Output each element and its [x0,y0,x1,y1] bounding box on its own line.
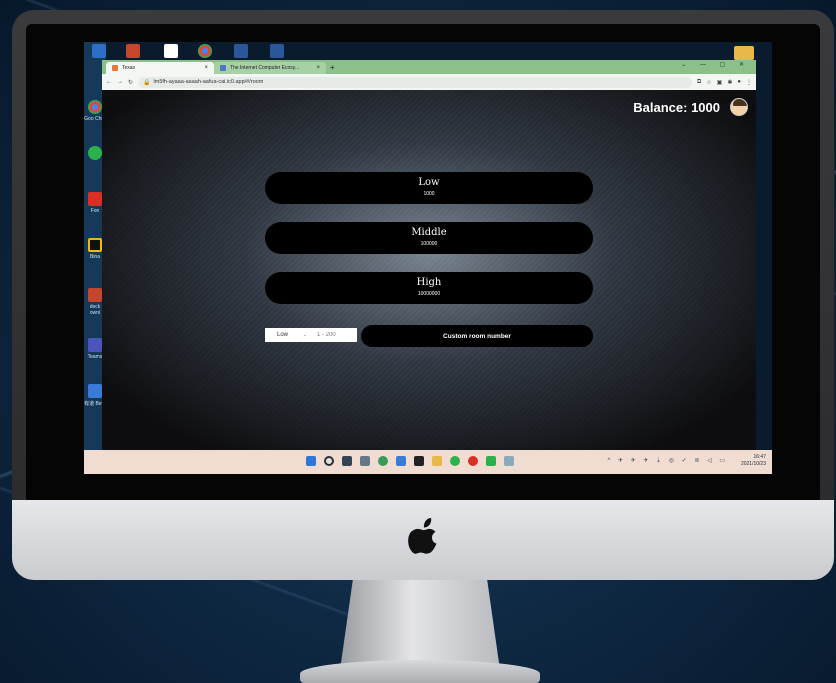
app-taskbar-icon[interactable] [504,456,514,466]
avatar[interactable] [730,98,748,116]
reload-icon[interactable]: ↻ [128,79,133,86]
puzzle-icon[interactable]: ✱ [727,79,732,86]
back-icon[interactable]: ← [106,79,112,85]
apple-logo-icon [408,518,437,554]
url-text: lm5fh-ayaaa-aaaah-aafua-cai.ic0.app/#/ro… [153,79,264,85]
word-desktop-icon[interactable] [234,44,248,58]
document-desktop-icon[interactable] [164,44,178,58]
powerpoint-desktop-icon[interactable] [88,288,102,302]
app-taskbar-icon[interactable] [414,456,424,466]
app-taskbar-icon[interactable] [468,456,478,466]
select-value: Low [277,332,289,338]
window-controls[interactable]: ⌄ — ▢ ✕ [681,61,750,68]
tab-texas[interactable]: Texas × [106,62,214,74]
widgets-icon[interactable] [360,456,370,466]
start-icon[interactable] [306,456,316,466]
profile-icon[interactable]: ● [737,79,741,86]
room-name: High [416,277,442,288]
clock-time: 16:47 [753,454,766,460]
folder-icon[interactable] [734,46,754,60]
bookmark-star-icon[interactable]: ☆ [706,79,711,86]
search-icon[interactable] [324,456,334,466]
file-explorer-icon[interactable] [432,456,442,466]
close-icon[interactable]: × [204,65,208,71]
tab-label: Texas [122,65,136,71]
system-tray[interactable]: ^ ✈ ✈ ✈ ⇣ ◎ ✓ ≋ ◁ ▭ [607,457,728,464]
teams-desktop-icon[interactable] [88,338,102,352]
lock-icon: 🔒 [143,79,151,86]
app-taskbar-icon[interactable] [396,456,406,466]
chrome-taskbar-icon[interactable] [378,456,388,466]
new-tab-button[interactable]: + [326,62,339,74]
browser-toolbar: ⧉ ☆ ▣ ✱ ● ⋮ [697,79,752,86]
powerpoint-desktop-icon[interactable] [126,44,140,58]
task-view-icon[interactable] [342,456,352,466]
youdao-desktop-icon[interactable] [88,384,102,398]
texas-favicon-icon [112,65,118,71]
room-low-button[interactable]: Low 1000 [265,172,593,204]
room-level-select[interactable]: Low ⌄ [265,328,311,342]
binance-desktop-icon[interactable] [88,238,102,252]
font-desktop-icon[interactable] [88,192,102,206]
room-middle-button[interactable]: Middle 100000 [265,222,593,254]
word-desktop-icon[interactable] [270,44,284,58]
taskbar-clock[interactable]: 16:47 2021/10/23 [741,454,766,468]
custom-room-row: Low ⌄ Custom room number [265,325,595,347]
room-amount: 1000 [423,191,435,197]
ic-favicon-icon [220,65,226,71]
browser-window: Texas × The Internet Computer Ecosy... ×… [102,60,756,450]
tab-internet-computer[interactable]: The Internet Computer Ecosy... × [214,62,326,74]
chrome-taskbar-icon[interactable] [450,456,460,466]
windows-taskbar: ^ ✈ ✈ ✈ ⇣ ◎ ✓ ≋ ◁ ▭ 16:47 2021/10/23 [84,450,772,474]
translate-icon[interactable]: ⧉ [697,79,701,86]
room-name: Low [418,177,440,188]
url-input[interactable]: 🔒 lm5fh-ayaaa-aaaah-aafua-cai.ic0.app/#/… [138,76,692,88]
game-page: Balance: 1000 Low 1000 Middle 100000 Hig… [102,90,756,450]
wechat-taskbar-icon[interactable] [486,456,496,466]
room-amount: 10000000 [417,291,441,297]
app-desktop-icon[interactable] [92,44,106,58]
chevron-down-icon: ⌄ [302,332,307,338]
chrome-desktop-icon[interactable] [88,100,102,114]
address-bar: ← → ↻ 🔒 lm5fh-ayaaa-aaaah-aafua-cai.ic0.… [102,74,756,90]
chrome-desktop-icon[interactable] [198,44,212,58]
room-number-input[interactable] [311,328,357,342]
imac-chin [12,500,834,580]
imac-stand [340,580,500,670]
clock-date: 2021/10/23 [740,461,766,467]
room-amount: 100000 [420,241,438,247]
balance-label: Balance: 1000 [633,100,720,115]
wechat-desktop-icon[interactable] [88,146,102,160]
menu-icon[interactable]: ⋮ [746,79,752,86]
room-high-button[interactable]: High 10000000 [265,272,593,304]
forward-icon[interactable]: → [117,79,123,85]
tab-label: The Internet Computer Ecosy... [230,65,300,71]
desktop-screen: Goo Chro Fon Bina deck owni Teams 有道 Bet… [84,42,772,474]
room-name: Middle [411,227,447,238]
imac-stand-base [300,660,540,683]
extension-icon[interactable]: ▣ [717,79,723,86]
custom-room-button[interactable]: Custom room number [361,325,593,347]
tab-bar: Texas × The Internet Computer Ecosy... ×… [102,60,756,74]
close-icon[interactable]: × [316,65,320,71]
